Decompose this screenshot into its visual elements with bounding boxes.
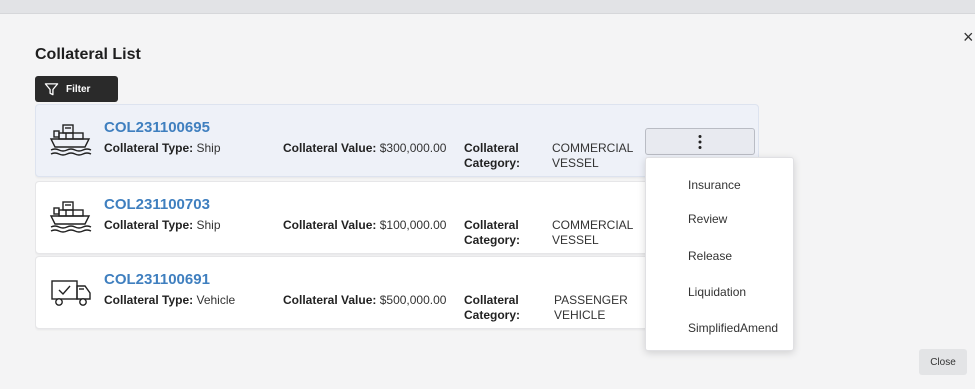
header-strip: [0, 0, 975, 14]
menu-item-review[interactable]: Review: [688, 212, 727, 226]
collateral-type: Collateral Type: Ship: [104, 218, 221, 232]
filter-button[interactable]: Filter: [35, 76, 118, 102]
value-amount: $100,000.00: [379, 218, 447, 232]
value-amount: $300,000.00: [379, 141, 447, 155]
type-label: Collateral Type:: [104, 141, 194, 155]
category-label: Collateral Category:: [464, 141, 521, 170]
close-icon[interactable]: ×: [963, 28, 974, 46]
value-amount: $500,000.00: [379, 293, 447, 307]
collateral-id-link[interactable]: COL231100703: [104, 196, 210, 213]
type-value: Ship: [196, 218, 221, 232]
menu-item-release[interactable]: Release: [688, 249, 732, 263]
menu-item-simplified-amend[interactable]: SimplifiedAmend: [688, 321, 778, 335]
collateral-value: Collateral Value: $300,000.00: [283, 141, 446, 155]
more-vertical-icon: [698, 134, 702, 149]
value-label: Collateral Value:: [283, 141, 377, 155]
category-label: Collateral Category:: [464, 293, 521, 322]
value-label: Collateral Value:: [283, 293, 377, 307]
collateral-type: Collateral Type: Vehicle: [104, 293, 235, 307]
type-value: Ship: [196, 141, 221, 155]
ship-icon: [49, 201, 92, 233]
menu-item-insurance[interactable]: Insurance: [688, 178, 741, 192]
type-value: Vehicle: [196, 293, 236, 307]
truck-icon: [51, 280, 91, 306]
category-value: PASSENGER VEHICLE: [554, 293, 628, 322]
collateral-value: Collateral Value: $100,000.00: [283, 218, 446, 232]
type-label: Collateral Type:: [104, 293, 194, 307]
category-value: COMMERCIAL VESSEL: [552, 218, 634, 247]
filter-icon: [44, 82, 59, 95]
category-label: Collateral Category:: [464, 218, 521, 247]
menu-item-liquidation[interactable]: Liquidation: [688, 285, 746, 299]
collateral-id-link[interactable]: COL231100691: [104, 271, 210, 288]
close-button[interactable]: Close: [919, 349, 967, 375]
value-label: Collateral Value:: [283, 218, 377, 232]
collateral-value: Collateral Value: $500,000.00: [283, 293, 446, 307]
category-value: COMMERCIAL VESSEL: [552, 141, 634, 170]
collateral-id-link[interactable]: COL231100695: [104, 119, 210, 136]
ship-icon: [49, 124, 92, 156]
actions-kebab-button[interactable]: [645, 128, 755, 155]
actions-menu: Insurance Review Release Liquidation Sim…: [645, 157, 794, 351]
page-title: Collateral List: [35, 46, 141, 63]
type-label: Collateral Type:: [104, 218, 194, 232]
filter-label: Filter: [66, 83, 91, 95]
collateral-type: Collateral Type: Ship: [104, 141, 221, 155]
